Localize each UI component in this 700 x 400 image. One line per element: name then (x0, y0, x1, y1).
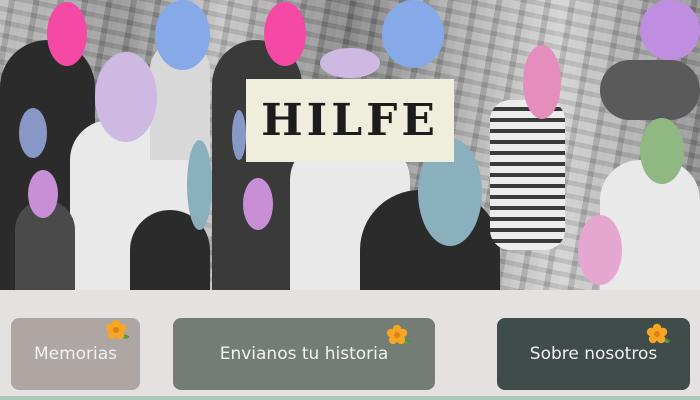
face-mask (95, 52, 157, 142)
memorias-label: Memorias (33, 344, 118, 364)
face-mask (320, 48, 380, 78)
face-mask (243, 178, 273, 230)
face-mask (382, 0, 444, 68)
face-mask (19, 108, 47, 158)
person-body (600, 60, 700, 120)
sobre-nosotros-label: Sobre nosotros (529, 344, 658, 364)
bottom-strip (0, 396, 700, 400)
person-body (490, 100, 565, 250)
flower-icon (105, 319, 130, 340)
face-mask (28, 170, 58, 218)
envianos-historia-label: Envianos tu historia (219, 344, 389, 364)
face-mask (187, 140, 212, 230)
page-title: HILFE (261, 95, 439, 146)
title-box: HILFE (246, 79, 454, 162)
person-body (212, 40, 302, 290)
face-mask (640, 118, 684, 184)
face-mask (47, 2, 87, 66)
face-mask (578, 215, 622, 285)
flower-icon (646, 323, 671, 344)
hero-collage: HILFE (0, 0, 700, 290)
face-mask (523, 45, 561, 119)
face-mask (264, 2, 306, 66)
face-mask (155, 0, 210, 70)
flower-icon (386, 324, 411, 345)
face-mask (232, 110, 246, 160)
face-mask (640, 0, 700, 60)
